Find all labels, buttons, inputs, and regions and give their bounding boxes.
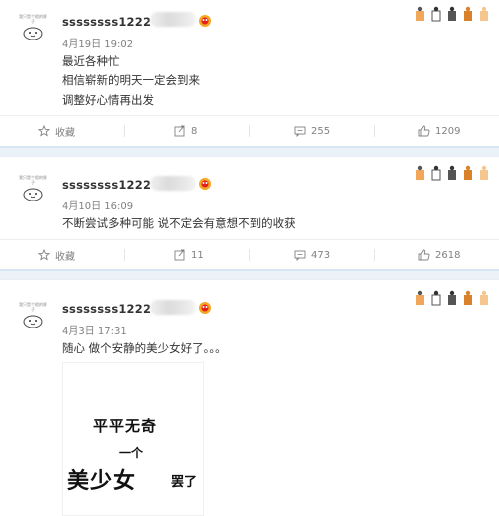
divider: [374, 249, 375, 261]
post-text-line: 调整好心情再出发: [62, 93, 154, 107]
avatar-caption: 我只是个假的胖子: [19, 302, 47, 312]
action-bar: 收藏 8 255 1209: [0, 115, 499, 146]
post-timestamp[interactable]: 4月19日 19:02: [62, 35, 133, 50]
like-button[interactable]: 1209: [418, 116, 460, 146]
thumbs-up-icon: [418, 125, 430, 137]
cat-paw-icon: [464, 6, 472, 21]
like-count: 1209: [435, 125, 461, 137]
comment-button[interactable]: 473: [294, 240, 330, 270]
verified-badge-icon: [199, 178, 211, 190]
comment-count: 255: [311, 125, 331, 137]
avatar[interactable]: 我只是个假的胖子: [18, 302, 48, 328]
post-timestamp[interactable]: 4月10日 16:09: [62, 197, 133, 212]
blurred-name-tag: [150, 300, 196, 315]
cat-paw-icon: [480, 165, 488, 180]
cat-paw-icon: [416, 6, 424, 21]
cat-paw-icon: [480, 6, 488, 21]
paw-decoration: [413, 290, 491, 306]
comment-icon: [294, 250, 306, 261]
paw-decoration: [413, 165, 491, 181]
cartoon-face-icon: [23, 27, 43, 40]
avatar[interactable]: 我只是个假的胖子: [18, 175, 48, 201]
comment-button[interactable]: 255: [294, 116, 330, 146]
repost-icon: [174, 249, 185, 261]
repost-button[interactable]: 11: [174, 240, 204, 270]
cat-paw-icon: [416, 165, 424, 180]
favorite-label: 收藏: [55, 127, 75, 139]
post-text-line: 相信崭新的明天一定会到来: [62, 73, 200, 87]
divider: [249, 249, 250, 261]
repost-count: 11: [191, 249, 204, 261]
blurred-name-tag: [150, 12, 196, 27]
comment-icon: [294, 126, 306, 137]
cat-paw-icon: [464, 290, 472, 305]
post-timestamp[interactable]: 4月3日 17:31: [62, 322, 127, 337]
username[interactable]: ssssssss1222: [62, 178, 151, 192]
avatar[interactable]: 我只是个假的胖子: [18, 14, 48, 40]
feed-separator: [0, 269, 499, 280]
cat-paw-icon: [416, 290, 424, 305]
repost-icon: [174, 125, 185, 137]
post-text-line: 最近各种忙: [62, 54, 120, 68]
verified-badge-icon: [199, 302, 211, 314]
like-count: 2618: [435, 249, 461, 261]
favorite-label: 收藏: [55, 251, 75, 263]
like-button[interactable]: 2618: [418, 240, 460, 270]
feed-post-2: 我只是个假的胖子 ssssssss1222 4月10日 16:09 不断尝试多种…: [0, 157, 499, 269]
star-icon: [38, 249, 50, 261]
paw-decoration: [413, 6, 491, 22]
cat-paw-icon: [431, 6, 441, 22]
image-text-line: 一个: [119, 446, 144, 460]
cat-paw-icon: [480, 290, 488, 305]
action-bar: 收藏 11 473 2618: [0, 239, 499, 270]
post-text-line: 不断尝试多种可能 说不定会有意想不到的收获: [62, 216, 296, 230]
cat-paw-icon: [431, 290, 441, 306]
cat-paw-icon: [448, 165, 456, 180]
repost-count: 8: [191, 125, 198, 137]
divider: [124, 125, 125, 137]
image-text-line: 罢了: [171, 475, 198, 490]
image-text-line: 平平无奇: [93, 417, 158, 435]
repost-button[interactable]: 8: [174, 116, 197, 146]
cartoon-face-icon: [23, 315, 43, 328]
feed-separator: [0, 146, 499, 157]
blurred-name-tag: [150, 176, 196, 191]
cat-paw-icon: [464, 165, 472, 180]
avatar-caption: 我只是个假的胖子: [19, 14, 47, 24]
star-icon: [38, 125, 50, 137]
divider: [374, 125, 375, 137]
feed-post-1: 我只是个假的胖子 ssssssss1222 4月19日 19:02 最近各种忙 …: [0, 0, 499, 146]
cat-paw-icon: [448, 6, 456, 21]
post-image[interactable]: 平平无奇 一个 美少女 罢了: [62, 362, 204, 516]
divider: [124, 249, 125, 261]
verified-badge-icon: [199, 15, 211, 27]
thumbs-up-icon: [418, 249, 430, 261]
favorite-button[interactable]: 收藏: [38, 116, 75, 146]
username[interactable]: ssssssss1222: [62, 15, 151, 29]
cat-paw-icon: [448, 290, 456, 305]
cat-paw-icon: [431, 165, 441, 181]
avatar-caption: 我只是个假的胖子: [19, 175, 47, 185]
divider: [249, 125, 250, 137]
post-text-line: 随心 做个安静的美少女好了。。。: [62, 341, 227, 355]
cartoon-face-icon: [23, 188, 43, 201]
comment-count: 473: [311, 249, 331, 261]
username[interactable]: ssssssss1222: [62, 302, 151, 316]
image-text-line: 美少女: [67, 469, 137, 494]
favorite-button[interactable]: 收藏: [38, 240, 75, 270]
